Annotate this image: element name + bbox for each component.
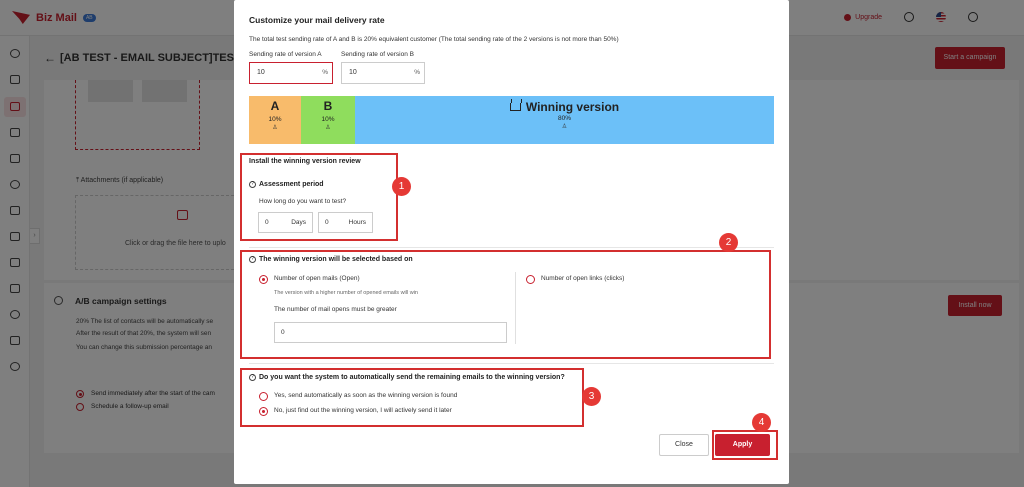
annotation-number-2: 2 — [719, 233, 738, 252]
percent-suffix: % — [322, 69, 328, 76]
annotation-box-2 — [240, 250, 771, 359]
winning-label: Winning version — [525, 100, 620, 114]
modal-title: Customize your mail delivery rate — [249, 15, 385, 25]
divider — [249, 247, 774, 248]
version-a-percent: 10% — [268, 116, 282, 123]
rate-b-label: Sending rate of version B — [341, 51, 414, 58]
version-b-segment: B 10% ♙ — [301, 96, 355, 144]
annotation-box-4 — [712, 430, 778, 460]
user-icon: ♙ — [561, 124, 568, 130]
rate-a-label: Sending rate of version A — [249, 51, 322, 58]
close-button[interactable]: Close — [659, 434, 709, 456]
rate-a-input[interactable]: 10 % — [249, 62, 333, 84]
annotation-box-3 — [240, 368, 584, 427]
version-b-percent: 10% — [321, 116, 335, 123]
annotation-box-1 — [240, 153, 398, 241]
rate-b-input[interactable]: 10 % — [341, 62, 425, 84]
percent-suffix: % — [414, 69, 420, 76]
rate-b-value: 10 — [349, 69, 357, 76]
winning-title: Winning version — [355, 99, 774, 114]
annotation-number-1: 1 — [392, 177, 411, 196]
version-a-label: A — [270, 99, 280, 113]
version-b-label: B — [323, 99, 333, 113]
user-icon: ♙ — [325, 125, 331, 131]
version-a-segment: A 10% ♙ — [249, 96, 301, 144]
winning-version-segment: Winning version 80% ♙ — [355, 96, 774, 144]
divider — [249, 363, 774, 364]
annotation-number-4: 4 — [752, 413, 771, 432]
user-icon: ♙ — [272, 125, 278, 131]
crown-icon — [509, 99, 522, 111]
winning-percent: 80% — [557, 115, 571, 122]
modal-description: The total test sending rate of A and B i… — [249, 36, 619, 43]
rate-a-value: 10 — [257, 69, 265, 76]
annotation-number-3: 3 — [582, 387, 601, 406]
